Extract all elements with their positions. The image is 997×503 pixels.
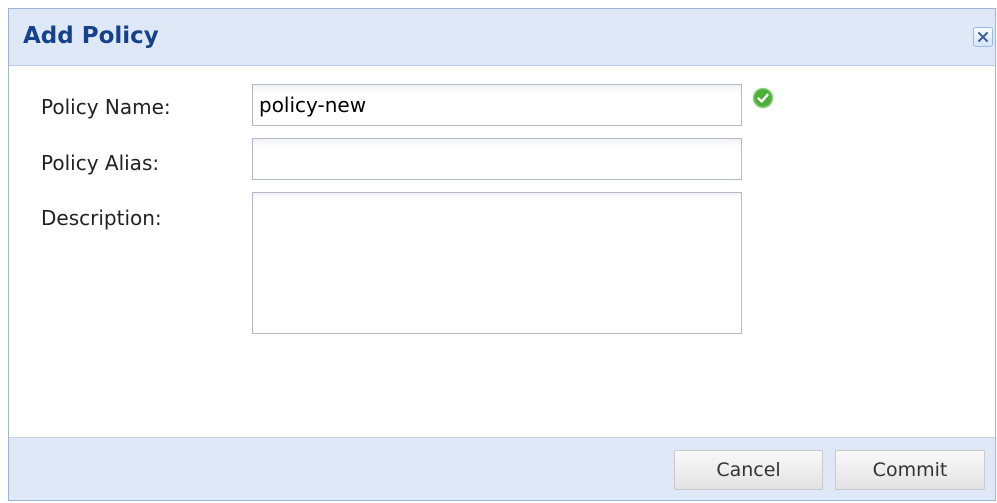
close-icon (977, 28, 989, 47)
policy-alias-label: Policy Alias: (41, 151, 160, 175)
dialog-titlebar: Add Policy (9, 9, 995, 66)
commit-button[interactable]: Commit (835, 450, 985, 490)
description-label: Description: (41, 206, 162, 230)
policy-alias-input[interactable] (252, 138, 742, 180)
cancel-button[interactable]: Cancel (674, 450, 823, 490)
policy-name-label: Policy Name: (41, 95, 171, 119)
dialog-title: Add Policy (23, 23, 159, 49)
policy-name-input[interactable] (252, 84, 742, 126)
description-textarea[interactable] (252, 192, 742, 334)
dialog-footer: Cancel Commit (9, 437, 995, 500)
close-button[interactable] (973, 27, 993, 47)
check-circle-icon (752, 87, 774, 109)
add-policy-dialog: Add Policy Policy Name: Policy Alias: De… (8, 8, 996, 501)
